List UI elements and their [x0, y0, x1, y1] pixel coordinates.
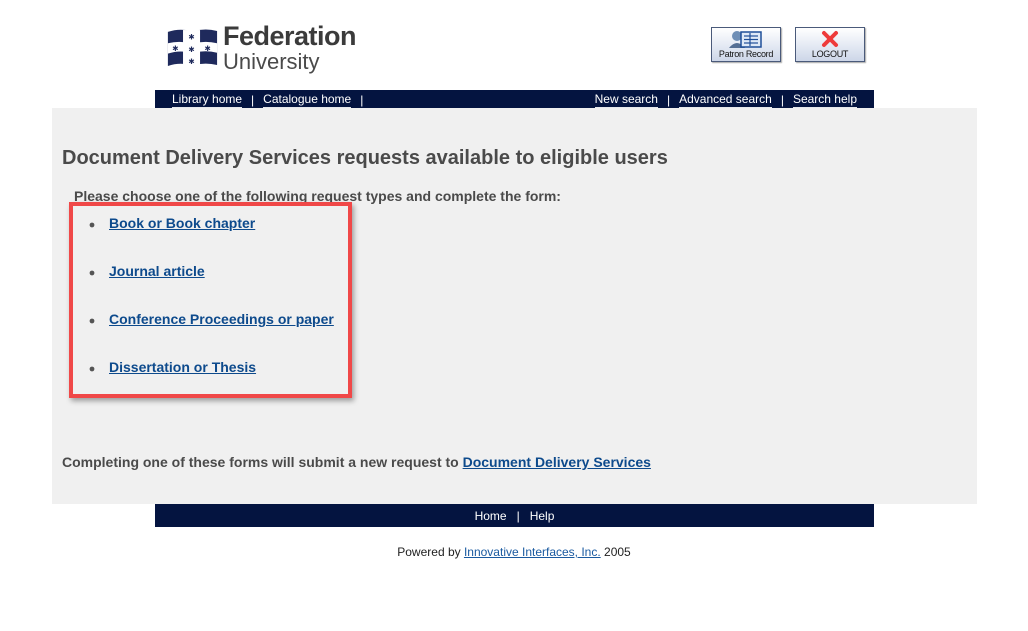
completion-note-text: Completing one of these forms will submi…: [62, 454, 463, 470]
logo-text-university: University: [222, 49, 320, 74]
nav-separator: |: [666, 93, 671, 107]
powered-by-year: 2005: [600, 545, 631, 559]
logout-button[interactable]: LOGOUT: [795, 27, 865, 62]
content-panel: Document Delivery Services requests avai…: [52, 108, 977, 504]
bullet-icon: [89, 366, 95, 372]
logout-label: LOGOUT: [811, 49, 849, 59]
patron-record-button[interactable]: Patron Record: [711, 27, 781, 62]
svg-text:✱: ✱: [188, 32, 195, 41]
bullet-icon: [89, 270, 95, 276]
logout-x-icon: [820, 29, 840, 49]
patron-record-icon: [728, 29, 764, 49]
nav-separator: |: [516, 508, 520, 523]
top-navigation-bar: Library home | Catalogue home | New sear…: [155, 90, 874, 108]
bullet-icon: [89, 318, 95, 324]
southern-cross-flag-icon: ✱ ✱ ✱ ✱ ✱: [167, 29, 218, 66]
innovative-interfaces-link[interactable]: Innovative Interfaces, Inc.: [464, 545, 601, 559]
federation-university-logo[interactable]: ✱ ✱ ✱ ✱ ✱ Federation University: [166, 21, 357, 74]
nav-advanced-search[interactable]: Advanced search: [679, 92, 772, 108]
patron-record-label: Patron Record: [718, 49, 774, 59]
request-link-book[interactable]: Book or Book chapter: [109, 215, 255, 231]
instructions-text: Please choose one of the following reque…: [74, 188, 561, 204]
nav-catalogue-home[interactable]: Catalogue home: [263, 92, 352, 108]
nav-separator: |: [780, 93, 784, 107]
powered-by-footer: Powered by Innovative Interfaces, Inc. 2…: [0, 545, 1028, 559]
request-link-conference[interactable]: Conference Proceedings or paper: [109, 311, 334, 327]
nav-search-help[interactable]: Search help: [792, 92, 857, 108]
logo-text-federation: Federation: [222, 21, 357, 51]
nav-separator: |: [360, 93, 364, 107]
list-item: Journal article: [82, 263, 334, 311]
request-type-list: Book or Book chapter Journal article Con…: [82, 215, 334, 407]
bottom-nav-home[interactable]: Home: [475, 509, 507, 523]
request-link-dissertation[interactable]: Dissertation or Thesis: [109, 359, 256, 375]
request-link-journal-article[interactable]: Journal article: [109, 263, 205, 279]
nav-new-search[interactable]: New search: [594, 92, 658, 108]
bottom-nav-help[interactable]: Help: [530, 509, 555, 523]
list-item: Dissertation or Thesis: [82, 359, 334, 407]
list-item: Conference Proceedings or paper: [82, 311, 334, 359]
completion-note: Completing one of these forms will submi…: [62, 454, 651, 470]
powered-by-prefix: Powered by: [397, 545, 464, 559]
document-delivery-services-link[interactable]: Document Delivery Services: [463, 454, 651, 470]
bullet-icon: [89, 222, 95, 228]
bottom-navigation-bar: Home | Help: [155, 504, 874, 527]
list-item: Book or Book chapter: [82, 215, 334, 263]
nav-library-home[interactable]: Library home: [172, 92, 243, 108]
svg-text:✱: ✱: [172, 44, 179, 53]
svg-text:✱: ✱: [204, 44, 211, 53]
page-title: Document Delivery Services requests avai…: [62, 147, 668, 169]
svg-text:✱: ✱: [188, 57, 195, 66]
nav-separator: |: [251, 93, 255, 107]
svg-text:✱: ✱: [188, 45, 195, 54]
